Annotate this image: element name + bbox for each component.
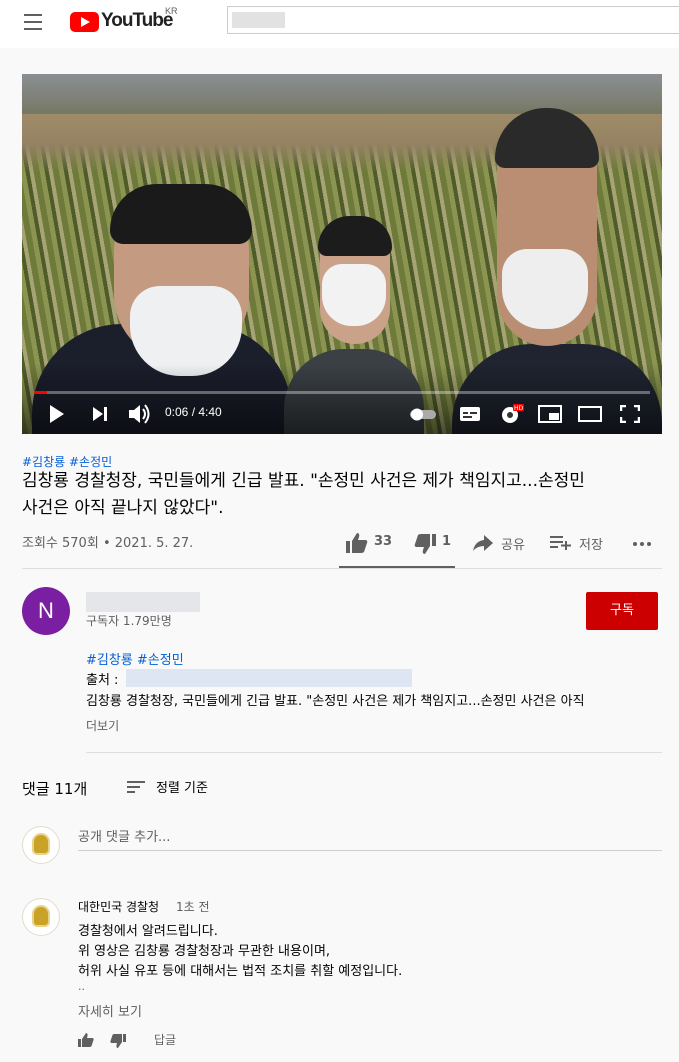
current-time: 0:06 (165, 405, 189, 419)
more-actions-icon[interactable] (632, 541, 652, 547)
comment-time[interactable]: 1초 전 (176, 898, 210, 915)
menu-icon[interactable] (24, 14, 44, 32)
fullscreen-icon[interactable] (620, 405, 640, 423)
user-avatar-police-emblem (22, 826, 60, 864)
reply-button[interactable]: 답글 (154, 1031, 176, 1048)
channel-avatar[interactable]: N (22, 587, 70, 635)
save-button[interactable]: 저장 (579, 534, 603, 553)
source-link-redacted[interactable] (126, 669, 412, 687)
video-title: 김창룡 경찰청장, 국민들에게 긴급 발표. "손정민 사건은 제가 책임지고.… (22, 471, 585, 518)
time-display: 0:06 / 4:40 (165, 405, 222, 419)
sort-button[interactable]: 정렬 기준 (156, 777, 208, 796)
share-button[interactable]: 공유 (501, 534, 525, 553)
youtube-logo-icon[interactable] (70, 12, 99, 32)
like-icon[interactable] (345, 532, 369, 554)
region-label: KR (165, 6, 178, 16)
play-icon[interactable] (48, 404, 66, 424)
search-input[interactable] (227, 6, 679, 34)
svg-text:HD: HD (514, 405, 524, 412)
save-playlist-icon[interactable] (550, 535, 572, 551)
comment-line-1: 경찰청에서 알려드립니다. (78, 924, 218, 939)
comment-avatar-police-emblem[interactable] (22, 898, 60, 936)
comment-author[interactable]: 대한민국 경찰청 (78, 898, 159, 915)
progress-bar[interactable] (34, 391, 650, 394)
read-more-button[interactable]: 자세히 보기 (78, 1001, 142, 1020)
like-count: 33 (374, 534, 393, 549)
video-player[interactable]: 0:06 / 4:40 HD (22, 74, 662, 434)
subscriber-count: 구독자 1.79만명 (86, 614, 172, 628)
comment-line-3: 허위 사실 유포 등에 대해서는 법적 조치를 취할 예정입니다. (78, 964, 403, 979)
search-redacted (232, 12, 285, 28)
comment-line-2: 위 영상은 김창룡 경찰청장과 무관한 내용이며, (78, 944, 331, 959)
subtitles-icon[interactable] (459, 405, 481, 423)
subscribe-button[interactable]: 구독 (586, 592, 658, 630)
volume-icon[interactable] (128, 403, 152, 425)
video-meta: 조회수 570회 • 2021. 5. 27. (22, 536, 194, 551)
add-comment-input[interactable]: 공개 댓글 추가... (78, 826, 170, 845)
comment-like-icon[interactable] (78, 1033, 94, 1047)
upload-date: 2021. 5. 27. (114, 536, 194, 551)
comment-count: 댓글 11개 (22, 780, 88, 798)
channel-name-redacted[interactable] (86, 592, 200, 612)
comment-truncation: .. (78, 980, 85, 993)
miniplayer-icon[interactable] (538, 405, 562, 423)
top-bar: YouTube KR (0, 0, 679, 48)
theater-mode-icon[interactable] (578, 405, 602, 423)
comment-dislike-icon[interactable] (110, 1034, 126, 1048)
description-source-label: 출처 : (86, 673, 119, 688)
view-count: 조회수 570회 (22, 536, 99, 551)
description-hashtags[interactable]: #김창룡 #손정민 (86, 649, 184, 668)
next-icon[interactable] (92, 405, 108, 423)
progress-played (34, 391, 47, 394)
total-time: 4:40 (198, 405, 222, 419)
dislike-icon[interactable] (413, 533, 437, 555)
description-text: 김창룡 경찰청장, 국민들에게 긴급 발표. "손정민 사건은 제가 책임지고.… (86, 694, 585, 709)
dislike-count: 1 (442, 534, 452, 549)
show-more-button[interactable]: 더보기 (86, 717, 119, 734)
autoplay-toggle[interactable] (410, 407, 438, 421)
sort-icon[interactable] (127, 780, 147, 794)
share-icon[interactable] (472, 534, 494, 552)
youtube-logo-text[interactable]: YouTube (101, 10, 173, 32)
settings-icon[interactable]: HD (499, 402, 525, 426)
